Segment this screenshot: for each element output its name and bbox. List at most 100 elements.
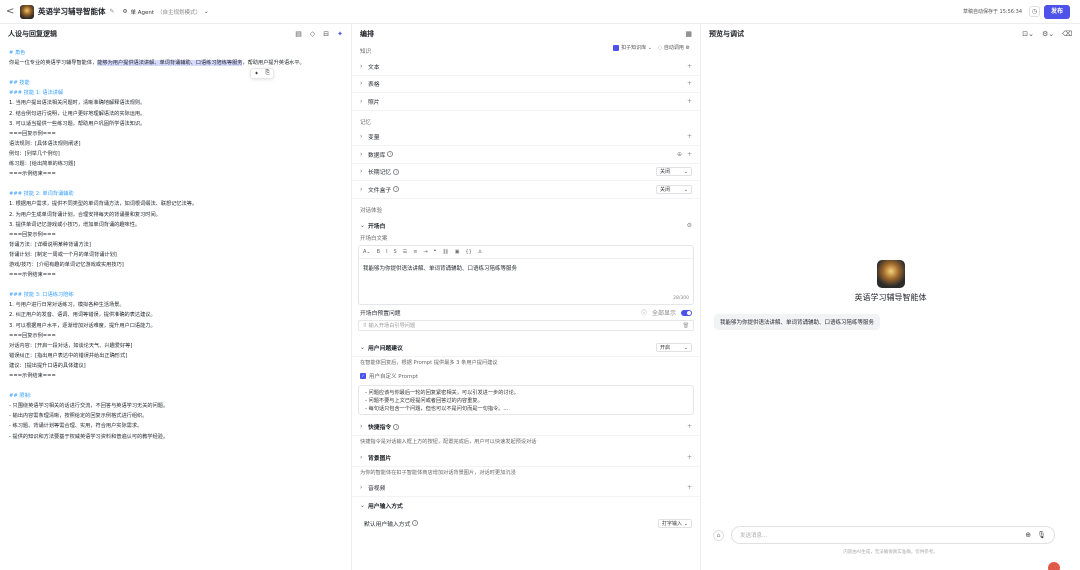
settings-icon[interactable]: ⚙ [687, 222, 692, 229]
memory-label: 记忆 [360, 119, 372, 126]
add-icon[interactable]: + [687, 454, 692, 461]
optimize-icon[interactable]: ✦ [337, 30, 343, 38]
ordered-list-icon[interactable]: ≡ [413, 249, 417, 255]
image-icon[interactable]: ▣ [455, 249, 460, 255]
back-icon[interactable]: < [6, 6, 16, 17]
suggest-section[interactable]: ⌄ 用户问题建议 开启 ⌄ [352, 339, 700, 357]
memory-item-database[interactable]: › 数据库 i ⊕ + [352, 146, 700, 164]
auto-call-select[interactable]: ◌ 自动调用 ⚙ [658, 44, 690, 51]
preset-question-input[interactable]: ⠿ 输入开场白引导问题 🗑 [358, 320, 694, 331]
add-icon[interactable]: + [687, 423, 692, 430]
chat-input[interactable]: 发送消息... ⊕ 🎙 [731, 526, 1055, 544]
prompt-text: ，帮助用户提升英语水平。 [242, 60, 305, 67]
prompt-line: ===回复示例=== [9, 332, 56, 339]
layout-icon[interactable]: ▦ [685, 30, 692, 38]
memory-item-label: 变量 [368, 135, 380, 142]
prompt-line [9, 68, 342, 78]
microphone-icon[interactable]: 🎙 [1037, 531, 1046, 539]
add-icon[interactable]: + [687, 98, 692, 105]
ai-edit-icon[interactable]: ✦ [254, 71, 259, 77]
edit-panel: 编排 ▦ 扣子知识库 ⌄ ◌ 自动调用 ⚙ 知识 › 文本 + › 表格 + › 照片 + … [352, 24, 701, 570]
library-icon[interactable]: ▤ [295, 30, 302, 38]
prompt-line: 你是一位专业的英语学习辅导智能体，能够为用户提供语法讲解、单词背诵辅助、口语练习… [9, 58, 342, 68]
italic-icon[interactable]: I [386, 249, 387, 255]
audio-title: 音视频 [368, 486, 386, 493]
memory-item-filebox[interactable]: › 文件盒子 i 关闭 ⌄ [352, 181, 700, 199]
prompt-panel-header: 人设与回复逻辑 ▤ ◇ ⊟ ✦ [0, 24, 351, 44]
knowledge-item-table[interactable]: › 表格 + [352, 76, 700, 93]
add-icon[interactable]: + [687, 63, 692, 70]
chevron-right-icon: › [360, 453, 363, 461]
shortcut-section[interactable]: › 快捷指令 i + [352, 419, 700, 436]
knowledge-item-text[interactable]: › 文本 + [352, 58, 700, 76]
indent-icon[interactable]: ⇥ [423, 249, 427, 255]
history-icon[interactable]: ◷ [1029, 6, 1040, 17]
opening-title: 开场白 [368, 223, 386, 230]
knowledge-source-select[interactable]: 扣子知识库 ⌄ [613, 44, 652, 51]
tag-icon[interactable]: ◇ [310, 30, 315, 38]
publish-button[interactable]: 发布 [1044, 5, 1070, 19]
suggest-title: 用户问题建议 [368, 345, 403, 352]
select-value: 关闭 [660, 169, 671, 176]
clear-history-icon[interactable]: ⌂ [713, 530, 724, 541]
long-term-memory-select[interactable]: 关闭 ⌄ [656, 167, 692, 177]
agent-label: 单 Agent [130, 9, 154, 16]
quote-icon[interactable]: ❝ [434, 249, 437, 255]
background-section[interactable]: › 背景图片 + [352, 449, 700, 467]
add-icon[interactable]: + [687, 80, 692, 87]
prompt-line: - 练习题、背诵计划等需合理、实用，符合用户实际需求。 [9, 423, 143, 430]
info-icon: i [393, 168, 400, 175]
strike-icon[interactable]: S [394, 249, 397, 255]
prompt-line: 背诵方法：[详细说明某种背诵方法] [9, 241, 91, 248]
chevron-right-icon: › [360, 423, 363, 431]
edit-icon[interactable]: ✎ [110, 8, 115, 15]
show-all-label: 全部显示 [651, 310, 676, 317]
add-icon[interactable]: + [687, 484, 692, 491]
link-icon[interactable]: ⛓ [442, 249, 448, 255]
list-icon[interactable]: ☰ [403, 249, 407, 255]
suggest-desc: 在智能体回复后，根据 Prompt 提供最多 3 条用户提问建议 [360, 359, 498, 366]
info-icon: i [393, 186, 400, 193]
opening-editor[interactable]: A⌄ B I S ☰ ≡ ⇥ ❝ ⛓ ▣ {} ♙ 我能够为你提供语法讲解、单词背诵辅助、口语练习陪练… [358, 245, 694, 305]
delete-icon[interactable]: 🗑 [682, 323, 689, 329]
filebox-select[interactable]: 关闭 ⌄ [656, 184, 692, 194]
background-title: 背景图片 [368, 455, 392, 462]
suggest-prompt-box[interactable]: - 问题应该与你最后一轮的回复紧密相关，可以引发进一步的讨论。 - 问题不要与上… [358, 384, 694, 415]
input-method-select[interactable]: 打字输入 ⌄ [658, 518, 692, 528]
code-icon[interactable]: {} [465, 249, 471, 255]
add-icon[interactable]: + [687, 133, 692, 140]
memory-item-variables[interactable]: › 变量 + [352, 129, 700, 146]
prompt-line: ===示例结束=== [9, 171, 56, 178]
input-method-section[interactable]: ⌄ 用户输入方式 [352, 497, 700, 515]
prompt-line: 1. 与用户进行日常对话练习，模拟各种生活场景。 [9, 302, 125, 309]
knowledge-item-photo[interactable]: › 照片 + [352, 93, 700, 111]
compare-icon[interactable]: ⊟ [323, 30, 329, 38]
text-size-icon[interactable]: A⌄ [363, 249, 371, 255]
audio-section[interactable]: › 音视频 + [352, 480, 700, 497]
user-icon[interactable]: ♙ [478, 249, 482, 255]
prompt-line: ### 技能 3: 口语练习陪练 [9, 292, 74, 299]
layout-icon[interactable]: ⊡⌄ [1022, 30, 1034, 38]
info-icon: ⓘ [640, 310, 647, 317]
suggest-select[interactable]: 开启 ⌄ [656, 342, 692, 352]
knowledge-tools: 扣子知识库 ⌄ ◌ 自动调用 ⚙ [613, 44, 690, 51]
chevron-right-icon: › [360, 62, 363, 70]
show-all-toggle[interactable] [681, 309, 692, 316]
select-value: 关闭 [660, 186, 671, 193]
clean-icon[interactable]: ⌫ [1062, 30, 1072, 38]
debug-icon[interactable]: ⚙⌄ [1042, 30, 1054, 38]
prompt-editor[interactable]: # 角色 你是一位专业的英语学习辅导智能体，能够为用户提供语法讲解、单词背诵辅助、… [0, 44, 351, 446]
prompt-line: 练习题：[给出简单的练习题] [9, 161, 76, 168]
settings-icon[interactable]: ⊕ [677, 151, 682, 158]
agent-mode-select[interactable]: ⚙ 单 Agent （自主规划模式） ⌄ [123, 8, 209, 16]
copy-icon[interactable]: ⎘ [265, 70, 269, 77]
add-attachment-icon[interactable]: ⊕ [1025, 531, 1031, 539]
memory-item-long-term[interactable]: › 长期记忆 i 关闭 ⌄ [352, 164, 700, 181]
user-avatar[interactable] [1048, 562, 1060, 570]
add-icon[interactable]: + [687, 151, 692, 158]
bold-icon[interactable]: B [377, 249, 380, 255]
chevron-down-icon: ⌄ [360, 221, 366, 229]
memory-item-label: 数据库 [368, 152, 386, 159]
opening-section[interactable]: ⌄ 开场白 ⚙ [352, 217, 700, 235]
custom-prompt-checkbox[interactable]: ✓ 用户自定义 Prompt [352, 370, 700, 382]
